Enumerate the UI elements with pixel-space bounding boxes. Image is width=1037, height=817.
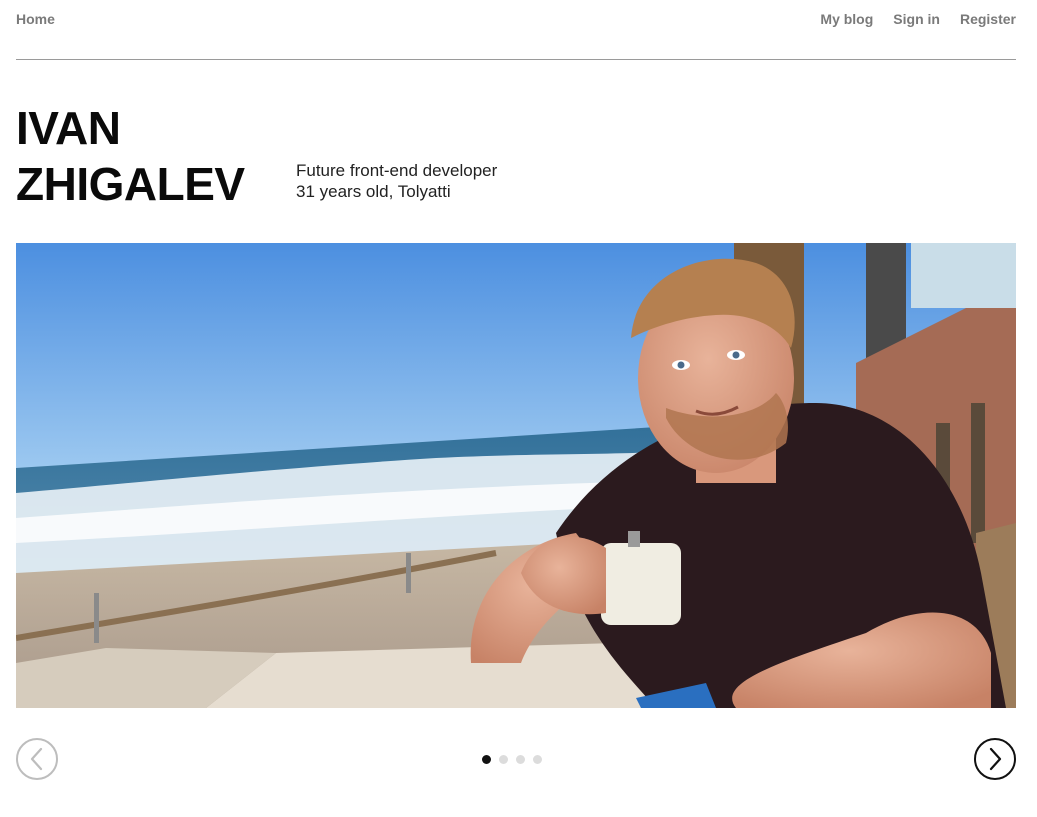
page-title: IVAN ZHIGALEV xyxy=(16,100,245,212)
slider-dot-3[interactable] xyxy=(516,755,525,764)
slider-photo xyxy=(16,243,1016,708)
tagline-role: Future front-end developer xyxy=(296,161,498,180)
slider-dot-2[interactable] xyxy=(499,755,508,764)
name-first: IVAN xyxy=(16,102,121,154)
chevron-left-icon xyxy=(30,747,43,771)
slider-prev-button[interactable] xyxy=(16,738,58,780)
page: Home My blog Sign in Register IVAN ZHIGA… xyxy=(0,0,1037,817)
nav-register-link[interactable]: Register xyxy=(960,11,1016,27)
name-last: ZHIGALEV xyxy=(16,158,245,210)
beach-portrait-image xyxy=(16,243,1016,708)
slider-next-button[interactable] xyxy=(974,738,1016,780)
nav-sign-in-link[interactable]: Sign in xyxy=(893,11,940,27)
nav-my-blog-link[interactable]: My blog xyxy=(820,11,873,27)
nav-right-links: My blog Sign in Register xyxy=(820,11,1016,27)
tagline: Future front-end developer 31 years old,… xyxy=(296,160,497,202)
chevron-right-icon xyxy=(989,747,1002,771)
top-nav: Home My blog Sign in Register xyxy=(16,0,1016,60)
slider-dot-4[interactable] xyxy=(533,755,542,764)
slider-dot-1[interactable] xyxy=(482,755,491,764)
tagline-age-city: 31 years old, Tolyatti xyxy=(296,182,451,201)
slider-dots xyxy=(482,755,542,764)
nav-home-link[interactable]: Home xyxy=(16,11,55,27)
